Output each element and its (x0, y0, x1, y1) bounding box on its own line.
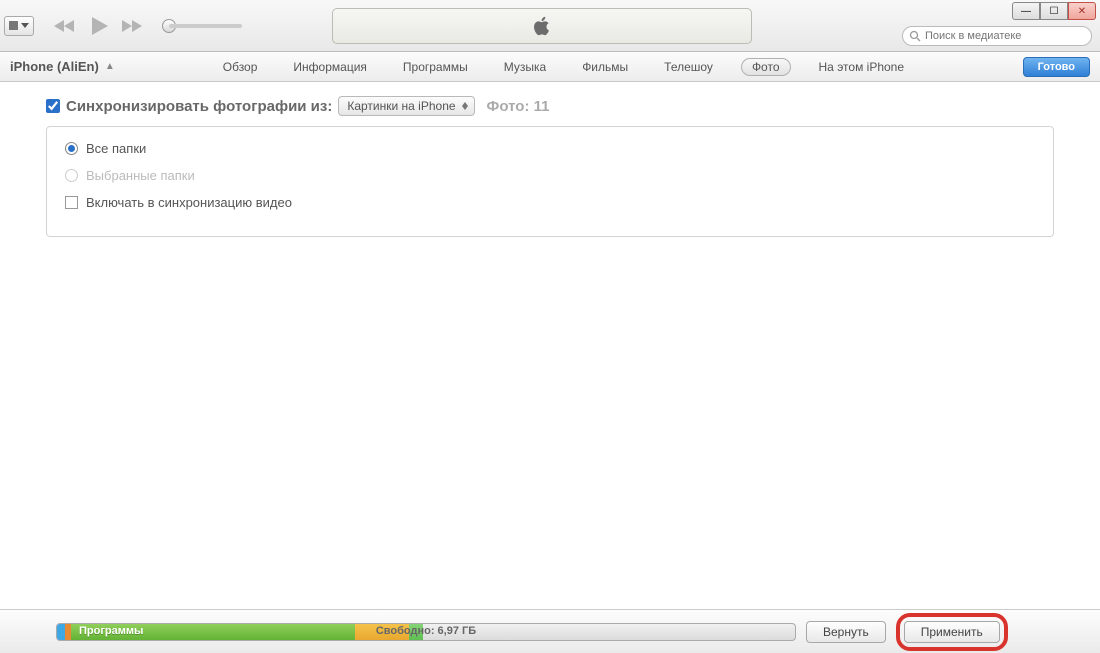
option-selected-folders-label: Выбранные папки (86, 168, 195, 183)
tab-tvshows[interactable]: Телешоу (656, 58, 721, 76)
tab-apps[interactable]: Программы (395, 58, 476, 76)
option-include-videos-label: Включать в синхронизацию видео (86, 195, 292, 210)
search-icon (909, 30, 921, 42)
photo-source-dropdown[interactable]: Картинки на iPhone (338, 96, 474, 116)
search-input[interactable] (925, 30, 1085, 42)
option-selected-folders: Выбранные папки (65, 168, 1035, 183)
tab-movies[interactable]: Фильмы (574, 58, 636, 76)
toolbar: — ☐ ✕ (0, 0, 1100, 52)
capacity-bar: Программы Свободно: 6,97 ГБ (56, 623, 796, 641)
view-mode-button[interactable] (4, 16, 34, 36)
eject-icon[interactable]: ▲ (105, 61, 115, 72)
volume-slider[interactable] (162, 20, 242, 32)
capacity-seg-audio (57, 624, 65, 640)
window-controls: — ☐ ✕ (1012, 2, 1096, 20)
apply-highlight: Применить (896, 613, 1008, 651)
radio-selected-folders (65, 169, 78, 182)
tab-photos[interactable]: Фото (741, 58, 791, 76)
option-all-folders[interactable]: Все папки (65, 141, 1035, 156)
lcd-display (332, 8, 752, 44)
done-button[interactable]: Готово (1023, 57, 1090, 77)
apply-button[interactable]: Применить (904, 621, 1000, 643)
tab-info[interactable]: Информация (285, 58, 374, 76)
prev-track-button[interactable] (52, 18, 78, 34)
device-tabbar: iPhone (AliEn) ▲ Обзор Информация Програ… (0, 52, 1100, 82)
tabs: Обзор Информация Программы Музыка Фильмы… (215, 58, 912, 76)
sync-options-box: Все папки Выбранные папки Включать в син… (46, 126, 1054, 237)
capacity-free-label: Свободно: 6,97 ГБ (376, 625, 476, 637)
sync-header-row: Синхронизировать фотографии из: Картинки… (46, 96, 1054, 116)
radio-all-folders[interactable] (65, 142, 78, 155)
search-field[interactable] (902, 26, 1092, 46)
revert-button[interactable]: Вернуть (806, 621, 886, 643)
minimize-button[interactable]: — (1012, 2, 1040, 20)
option-all-folders-label: Все папки (86, 141, 146, 156)
photo-count-label: Фото: 11 (487, 98, 550, 115)
bottom-bar: Программы Свободно: 6,97 ГБ Вернуть Прим… (0, 609, 1100, 653)
checkbox-include-videos[interactable] (65, 196, 78, 209)
device-name: iPhone (AliEn) (10, 59, 99, 74)
capacity-segment-label: Программы (79, 625, 143, 637)
tab-music[interactable]: Музыка (496, 58, 554, 76)
option-include-videos[interactable]: Включать в синхронизацию видео (65, 195, 1035, 210)
playback-controls (52, 15, 242, 37)
sync-photos-label: Синхронизировать фотографии из: (66, 98, 332, 115)
maximize-button[interactable]: ☐ (1040, 2, 1068, 20)
close-button[interactable]: ✕ (1068, 2, 1096, 20)
apple-logo-icon (533, 16, 551, 36)
next-track-button[interactable] (120, 18, 146, 34)
sync-photos-checkbox[interactable] (46, 99, 60, 113)
tab-overview[interactable]: Обзор (215, 58, 266, 76)
photo-sync-pane: Синхронизировать фотографии из: Картинки… (0, 82, 1100, 251)
play-button[interactable] (88, 15, 110, 37)
tab-onthis[interactable]: На этом iPhone (811, 58, 913, 76)
